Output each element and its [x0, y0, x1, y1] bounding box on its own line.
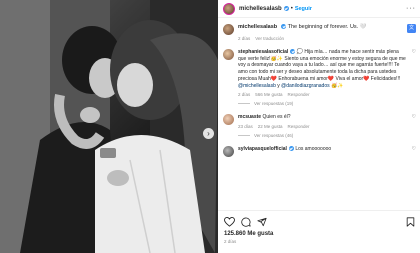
verified-icon: [283, 6, 289, 11]
verified-icon: [281, 24, 287, 30]
mention-link[interactable]: @danilodiazgranados: [281, 83, 329, 89]
avatar[interactable]: [223, 114, 234, 126]
comment-time: 23 días: [238, 123, 253, 129]
couple-photo-illustration: [0, 0, 218, 253]
replies-divider: [238, 134, 250, 136]
see-translation-link[interactable]: Ver traducción: [255, 36, 284, 41]
comment-text: Los amooooooo: [295, 145, 332, 152]
like-count[interactable]: 125.860 Me gusta: [224, 231, 415, 237]
heart-icon[interactable]: ♡: [412, 146, 416, 153]
follow-button[interactable]: Seguir: [295, 6, 312, 12]
verified-icon: [290, 49, 296, 55]
comment: sylviapasquelofficial Los amooooooo ♡: [218, 145, 420, 157]
heart-icon[interactable]: ♡: [412, 114, 416, 121]
comment: mcsuaste Quien es él? ♡ 23 días 22 Me gu…: [218, 114, 420, 129]
comment-icon[interactable]: [241, 217, 251, 227]
caption-username[interactable]: michellesalasb: [238, 24, 277, 30]
view-replies-button[interactable]: Ver respuestas (19): [238, 101, 420, 106]
save-icon[interactable]: [406, 217, 415, 227]
comment-likes[interactable]: 566 Me gusta: [255, 92, 282, 97]
heart-icon[interactable]: ♡: [412, 49, 416, 89]
avatar[interactable]: [223, 2, 235, 15]
avatar[interactable]: [223, 145, 234, 157]
heart-icon[interactable]: [224, 217, 235, 227]
comment-time: 2 días: [238, 92, 251, 98]
translate-icon[interactable]: 文: [407, 24, 416, 33]
avatar[interactable]: [223, 24, 234, 35]
share-icon[interactable]: [257, 217, 267, 227]
caption-text: The beginning of forever. Us.: [287, 24, 359, 30]
comment-username[interactable]: stephaniesalasoficial: [238, 49, 288, 55]
post-actions: 125.860 Me gusta 2 días: [218, 210, 420, 244]
avatar[interactable]: [223, 49, 234, 60]
comment-text: Quien es él?: [262, 114, 291, 121]
separator-dot: •: [290, 5, 293, 12]
more-options-icon[interactable]: ···: [406, 5, 416, 12]
view-replies-label: Ver respuestas (46): [254, 132, 294, 138]
caption-time: 2 días: [238, 36, 251, 41]
caption-emoji: 🤍: [359, 24, 367, 30]
mention-link[interactable]: @michellesalasb: [238, 83, 276, 89]
carousel-next-icon[interactable]: ›: [203, 128, 214, 139]
comment: stephaniesalasoficial 💭 Hija mía… nada m…: [218, 49, 420, 97]
post-photo: ›: [0, 0, 218, 253]
reply-button[interactable]: Responder: [288, 92, 310, 97]
post-date: 2 días: [224, 239, 237, 244]
view-replies-button[interactable]: Ver respuestas (46): [238, 133, 420, 138]
post-username[interactable]: michellesalasb: [239, 6, 282, 12]
view-replies-label: Ver respuestas (19): [254, 101, 294, 107]
verified-icon: [288, 146, 294, 152]
comment-likes[interactable]: 22 Me gusta: [258, 124, 283, 129]
post-header: michellesalasb • Seguir ···: [218, 0, 420, 18]
replies-divider: [238, 103, 250, 105]
post-caption: michellesalasb The beginning of forever.…: [218, 24, 420, 41]
comment-username[interactable]: sylviapasquelofficial: [238, 146, 287, 152]
comment-tail: 🥳✨: [329, 82, 344, 89]
comment-username[interactable]: mcsuaste: [238, 114, 261, 120]
reply-button[interactable]: Responder: [288, 124, 310, 129]
